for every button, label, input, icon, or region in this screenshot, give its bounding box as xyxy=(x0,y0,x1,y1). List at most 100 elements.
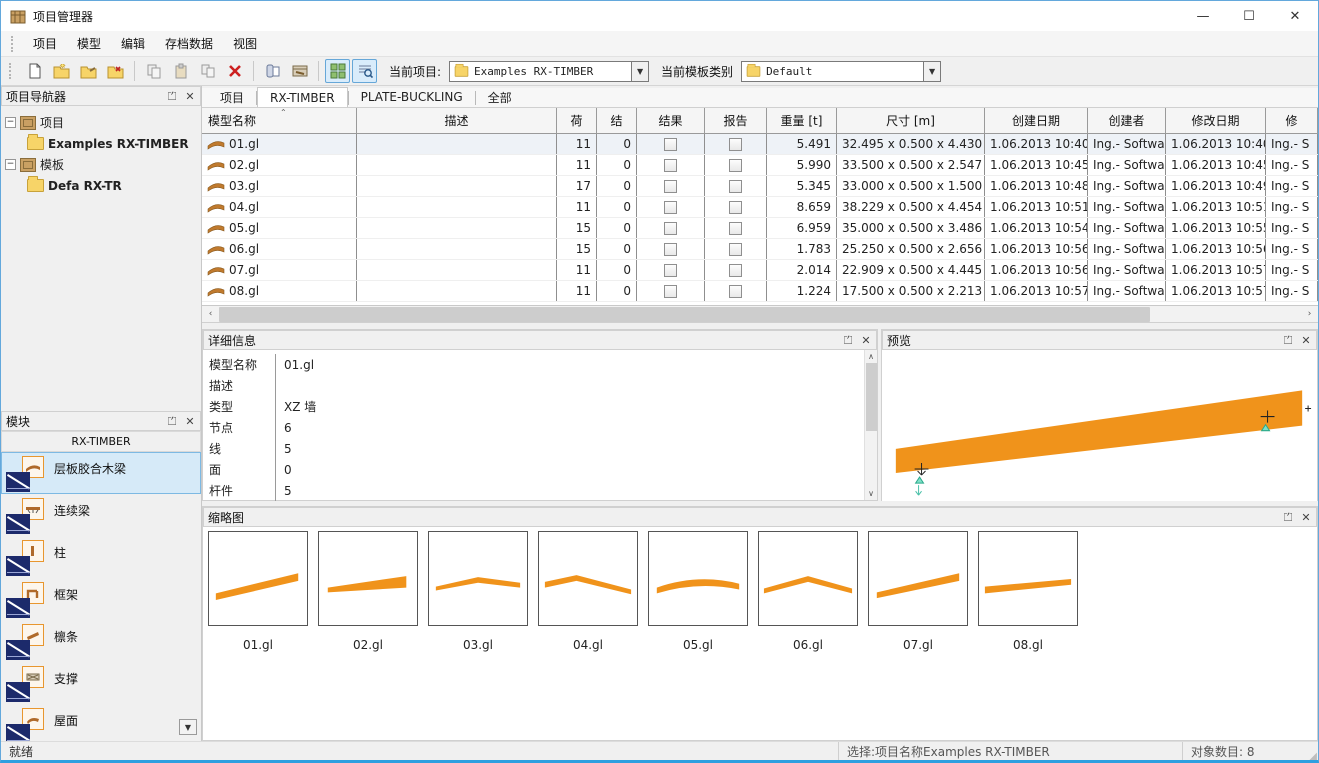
tree-node-templates[interactable]: − 模板 xyxy=(5,154,197,175)
new-model-button[interactable] xyxy=(76,59,101,83)
column-header-size[interactable]: 尺寸 [m] xyxy=(837,108,985,133)
module-item-roof[interactable]: 屋面 xyxy=(1,704,201,741)
thumbnail-image[interactable] xyxy=(648,531,748,626)
template-category-combobox[interactable]: Default ▼ xyxy=(741,61,941,82)
maximize-button[interactable]: ☐ xyxy=(1226,1,1272,31)
scroll-up-icon[interactable]: ∧ xyxy=(865,350,877,363)
thumbnail-card[interactable]: 02.gl xyxy=(318,531,418,652)
thumbnail-card[interactable]: 03.gl xyxy=(428,531,528,652)
close-panel-icon[interactable]: ✕ xyxy=(184,415,196,427)
table-row[interactable]: 06.gl1501.78325.250 x 0.500 x 2.6561.06.… xyxy=(202,239,1318,260)
results-checkbox[interactable] xyxy=(664,201,677,214)
table-row[interactable]: 01.gl1105.49132.495 x 0.500 x 4.4301.06.… xyxy=(202,134,1318,155)
copy-to-project-button[interactable] xyxy=(260,59,285,83)
results-checkbox[interactable] xyxy=(664,285,677,298)
column-header-combinations[interactable]: 结 xyxy=(597,108,637,133)
pin-icon[interactable]: ⏍ xyxy=(166,90,178,102)
details-vertical-scrollbar[interactable]: ∧ ∨ xyxy=(864,350,877,500)
column-header-creator[interactable]: 创建者 xyxy=(1088,108,1166,133)
archive-button[interactable] xyxy=(287,59,312,83)
module-item-glulam-beam[interactable]: 层板胶合木梁 xyxy=(1,452,201,494)
module-item-purlin[interactable]: 檩条 xyxy=(1,620,201,662)
tab-all[interactable]: 全部 xyxy=(476,87,524,107)
report-checkbox[interactable] xyxy=(729,264,742,277)
table-horizontal-scrollbar[interactable]: ‹ › xyxy=(202,306,1318,323)
close-panel-icon[interactable]: ✕ xyxy=(184,90,196,102)
pin-icon[interactable]: ⏍ xyxy=(842,334,854,346)
column-header-description[interactable]: 描述 xyxy=(357,108,557,133)
model-name-cell[interactable]: 04.gl xyxy=(202,197,357,217)
thumbnails-view-toggle[interactable] xyxy=(325,59,350,83)
scroll-left-icon[interactable]: ‹ xyxy=(202,306,219,323)
model-name-cell[interactable]: 05.gl xyxy=(202,218,357,238)
menu-view[interactable]: 视图 xyxy=(224,32,266,55)
modules-scroll-down-button[interactable]: ▼ xyxy=(179,719,197,735)
thumbnail-card[interactable]: 08.gl xyxy=(978,531,1078,652)
tab-rx-timber[interactable]: RX-TIMBER xyxy=(257,87,348,107)
module-item-column[interactable]: 柱 xyxy=(1,536,201,578)
report-checkbox[interactable] xyxy=(729,243,742,256)
report-checkbox[interactable] xyxy=(729,222,742,235)
model-name-cell[interactable]: 07.gl xyxy=(202,260,357,280)
menu-project[interactable]: 项目 xyxy=(24,32,66,55)
paste-button[interactable] xyxy=(168,59,193,83)
pin-icon[interactable]: ⏍ xyxy=(1282,511,1294,523)
tree-node-projects[interactable]: − 项目 xyxy=(5,112,197,133)
column-header-modifier[interactable]: 修 xyxy=(1266,108,1318,133)
scrollbar-thumb[interactable] xyxy=(866,363,877,431)
model-name-cell[interactable]: 06.gl xyxy=(202,239,357,259)
minimize-button[interactable]: — xyxy=(1180,1,1226,31)
table-row[interactable]: 04.gl1108.65938.229 x 0.500 x 4.4541.06.… xyxy=(202,197,1318,218)
report-checkbox[interactable] xyxy=(729,201,742,214)
modules-group-header[interactable]: RX-TIMBER xyxy=(1,431,201,452)
edit-project-button[interactable] xyxy=(103,59,128,83)
results-checkbox[interactable] xyxy=(664,159,677,172)
close-button[interactable]: ✕ xyxy=(1272,1,1318,31)
thumbnail-image[interactable] xyxy=(538,531,638,626)
delete-button[interactable] xyxy=(222,59,247,83)
module-item-bracing[interactable]: 支撑 xyxy=(1,662,201,704)
tree-node-project-examples[interactable]: Examples RX-TIMBER xyxy=(5,133,197,154)
scroll-down-icon[interactable]: ∨ xyxy=(865,487,877,500)
close-panel-icon[interactable]: ✕ xyxy=(860,334,872,346)
pin-icon[interactable]: ⏍ xyxy=(166,415,178,427)
table-row[interactable]: 05.gl1506.95935.000 x 0.500 x 3.4861.06.… xyxy=(202,218,1318,239)
thumbnail-image[interactable] xyxy=(208,531,308,626)
results-checkbox[interactable] xyxy=(664,222,677,235)
column-header-model-name[interactable]: 模型名称⌃ xyxy=(202,108,357,133)
results-checkbox[interactable] xyxy=(664,264,677,277)
table-row[interactable]: 07.gl1102.01422.909 x 0.500 x 4.4451.06.… xyxy=(202,260,1318,281)
menu-edit[interactable]: 编辑 xyxy=(112,32,154,55)
table-row[interactable]: 03.gl1705.34533.000 x 0.500 x 1.5001.06.… xyxy=(202,176,1318,197)
column-header-weight[interactable]: 重量 [t] xyxy=(767,108,837,133)
column-header-modified[interactable]: 修改日期 xyxy=(1166,108,1266,133)
column-header-results[interactable]: 结果 xyxy=(637,108,705,133)
thumbnail-card[interactable]: 01.gl xyxy=(208,531,308,652)
close-panel-icon[interactable]: ✕ xyxy=(1300,334,1312,346)
thumbnail-image[interactable] xyxy=(318,531,418,626)
module-item-continuous-beam[interactable]: 连续梁 xyxy=(1,494,201,536)
new-document-button[interactable] xyxy=(22,59,47,83)
pin-icon[interactable]: ⏍ xyxy=(1282,334,1294,346)
model-name-cell[interactable]: 08.gl xyxy=(202,281,357,301)
module-item-frame[interactable]: 框架 xyxy=(1,578,201,620)
details-view-toggle[interactable] xyxy=(352,59,377,83)
results-checkbox[interactable] xyxy=(664,243,677,256)
tab-plate-buckling[interactable]: PLATE-BUCKLING xyxy=(349,87,475,107)
dropdown-arrow-icon[interactable]: ▼ xyxy=(631,62,648,81)
duplicate-button[interactable] xyxy=(195,59,220,83)
tab-project[interactable]: 项目 xyxy=(208,87,256,107)
menu-archive-data[interactable]: 存档数据 xyxy=(156,32,222,55)
current-project-combobox[interactable]: Examples RX-TIMBER ▼ xyxy=(449,61,649,82)
close-panel-icon[interactable]: ✕ xyxy=(1300,511,1312,523)
column-header-created[interactable]: 创建日期 xyxy=(985,108,1088,133)
report-checkbox[interactable] xyxy=(729,159,742,172)
report-checkbox[interactable] xyxy=(729,285,742,298)
thumbnail-card[interactable]: 07.gl xyxy=(868,531,968,652)
dropdown-arrow-icon[interactable]: ▼ xyxy=(923,62,940,81)
copy-button[interactable] xyxy=(141,59,166,83)
thumbnail-image[interactable] xyxy=(868,531,968,626)
model-name-cell[interactable]: 01.gl xyxy=(202,134,357,154)
thumbnail-card[interactable]: 05.gl xyxy=(648,531,748,652)
thumbnail-image[interactable] xyxy=(758,531,858,626)
